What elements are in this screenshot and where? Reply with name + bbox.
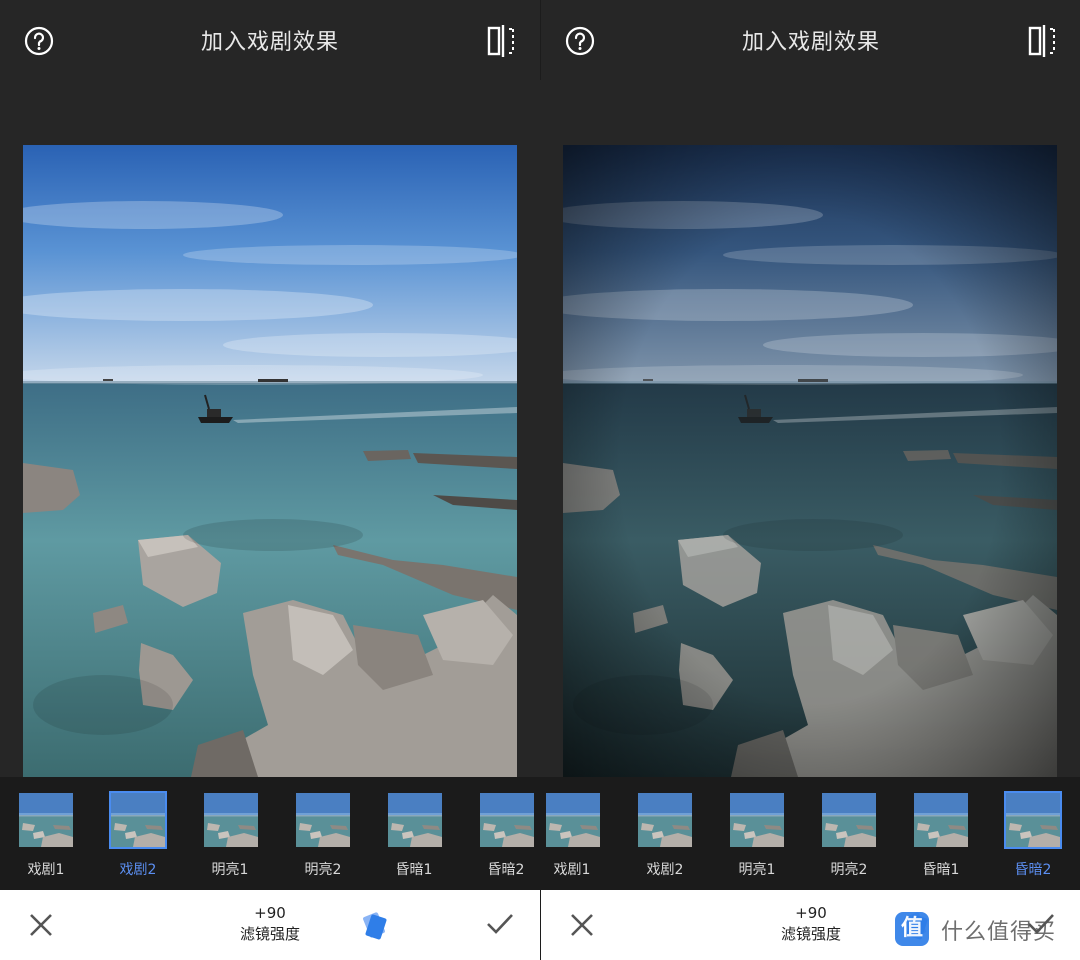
filter-thumb-dark1[interactable] — [388, 793, 442, 847]
bottom-bar: +90 滤镜强度 — [0, 890, 540, 960]
watermark-logo: 值 — [895, 912, 929, 946]
filter-strength[interactable]: +90 滤镜强度 — [210, 904, 330, 944]
filter-label: 明亮1 — [211, 862, 249, 878]
watermark-text: 什么值得买 — [941, 920, 1057, 945]
filter-thumb-drama2[interactable] — [109, 791, 167, 849]
filter-label: 戏剧2 — [119, 862, 157, 878]
filter-strip: 戏剧1 戏剧2 明亮1 明亮2 昏暗1 昏暗2 — [540, 777, 1080, 890]
editor-screen-right: 加入戏剧效果 戏剧1 戏剧2 明亮1 明亮2 昏暗1 昏暗2 +90 滤镜强度 — [540, 0, 1080, 960]
top-bar: 加入戏剧效果 — [540, 0, 1080, 80]
filter-thumb-drama1[interactable] — [546, 793, 600, 847]
strength-label: 滤镜强度 — [780, 925, 841, 943]
filter-thumb-drama2[interactable] — [638, 793, 692, 847]
filter-label: 昏暗1 — [395, 862, 433, 878]
filter-thumb-dark1[interactable] — [914, 793, 968, 847]
filter-thumb-dark2[interactable] — [480, 793, 534, 847]
filter-thumb-bright2[interactable] — [822, 793, 876, 847]
top-bar: 加入戏剧效果 — [0, 0, 540, 80]
filter-label: 戏剧2 — [646, 862, 684, 878]
strength-label: 滤镜强度 — [239, 925, 300, 943]
help-icon[interactable] — [565, 26, 595, 56]
filter-label: 昏暗2 — [487, 862, 525, 878]
filter-thumb-dark2[interactable] — [1004, 791, 1062, 849]
filter-thumb-bright2[interactable] — [296, 793, 350, 847]
photo-preview — [563, 145, 1057, 777]
filter-label: 明亮1 — [738, 862, 776, 878]
close-icon[interactable] — [28, 912, 54, 938]
filter-label: 明亮2 — [304, 862, 342, 878]
compare-icon[interactable] — [486, 24, 518, 58]
filter-label: 戏剧1 — [553, 862, 591, 878]
filter-strength[interactable]: +90 滤镜强度 — [751, 904, 871, 944]
page-title: 加入戏剧效果 — [200, 30, 339, 55]
close-icon[interactable] — [569, 912, 595, 938]
filter-strip: 戏剧1 戏剧2 明亮1 明亮2 昏暗1 昏暗2 — [0, 777, 540, 890]
page-title: 加入戏剧效果 — [741, 30, 880, 55]
filter-label: 昏暗1 — [922, 862, 960, 878]
watermark: 值 什么值得买 — [895, 908, 1075, 948]
strength-value: +90 — [795, 904, 827, 922]
strength-value: +90 — [254, 904, 286, 922]
filter-label: 明亮2 — [830, 862, 868, 878]
style-icon[interactable] — [356, 910, 390, 942]
filter-thumb-bright1[interactable] — [204, 793, 258, 847]
compare-icon[interactable] — [1027, 24, 1059, 58]
check-icon[interactable] — [486, 912, 514, 936]
editor-screen-left: 加入戏剧效果 戏剧1 戏剧2 明亮1 明亮2 昏暗1 昏暗2 +90 滤镜强度 — [0, 0, 540, 960]
filter-thumb-bright1[interactable] — [730, 793, 784, 847]
filter-label: 戏剧1 — [27, 862, 65, 878]
filter-thumb-drama1[interactable] — [19, 793, 73, 847]
photo-preview — [23, 145, 517, 777]
help-icon[interactable] — [24, 26, 54, 56]
filter-label: 昏暗2 — [1014, 862, 1052, 878]
